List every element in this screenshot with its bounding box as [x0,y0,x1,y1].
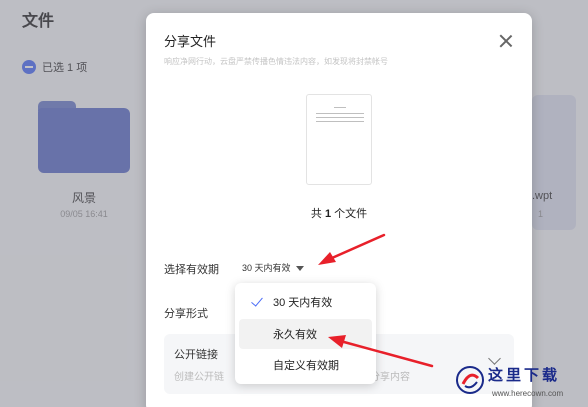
file-thumbnail [306,94,372,185]
watermark-text: 这里下载 [488,366,561,384]
check-icon [251,294,263,307]
validity-value: 30 天内有效 [242,263,291,273]
dialog-title: 分享文件 [164,34,217,49]
share-form-label: 分享形式 [164,308,208,320]
dialog-subtitle: 响应净网行动，云盘严禁传播色情违法内容，如发现将封禁帐号 [164,57,388,66]
caret-down-icon[interactable] [295,266,304,271]
watermark: 这里下载 www.herecown.com [452,360,588,407]
watermark-logo-icon [456,366,484,394]
dropdown-item-custom[interactable]: 自定义有效期 [239,350,372,380]
dropdown-item-30-days[interactable]: 30 天内有效 [239,287,372,317]
validity-dropdown: 30 天内有效 永久有效 自定义有效期 [235,283,376,384]
validity-select[interactable]: 30 天内有效 [242,261,304,274]
public-link-title: 公开链接 [174,349,218,361]
watermark-url: www.herecown.com [492,389,564,398]
file-count: 共 1 个文件 [310,208,368,220]
dropdown-item-permanent[interactable]: 永久有效 [239,319,372,349]
public-link-desc: 创建公开链 [174,372,224,383]
validity-label: 选择有效期 [164,264,219,276]
public-link-desc-tail: 分享内容 [370,372,410,383]
close-icon[interactable] [498,33,514,49]
